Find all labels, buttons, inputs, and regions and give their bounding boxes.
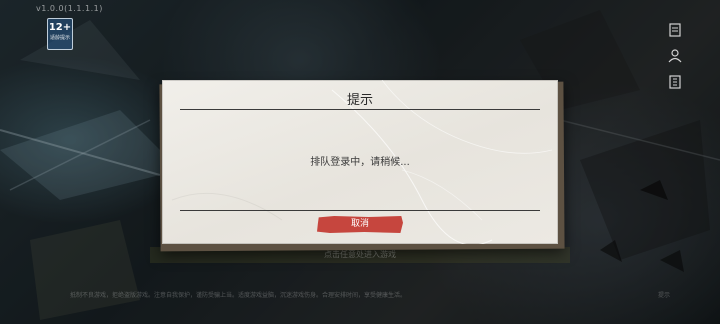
account-icon[interactable]	[667, 48, 683, 64]
title-divider	[180, 109, 540, 110]
right-toolbar	[666, 22, 684, 90]
age-rating-number: 12+	[48, 22, 72, 33]
menu-icon[interactable]	[667, 74, 683, 90]
version-label: v1.0.0(1.1.1.1)	[36, 4, 103, 13]
announcement-icon[interactable]	[667, 22, 683, 38]
age-rating-caption: 适龄提示	[49, 35, 70, 41]
footer-right-label: 提示	[657, 292, 670, 299]
queue-dialog: 提示 排队登录中，请稍候... 取消	[162, 80, 558, 244]
age-rating-badge[interactable]: 12+ 适龄提示	[47, 18, 73, 50]
health-notice: 抵制不良游戏，拒绝盗版游戏。注意自我保护，谨防受骗上当。适度游戏益脑，沉迷游戏伤…	[70, 292, 407, 299]
footer-divider	[180, 210, 540, 211]
footer-notice: 抵制不良游戏，拒绝盗版游戏。注意自我保护，谨防受骗上当。适度游戏益脑，沉迷游戏伤…	[70, 290, 670, 299]
dialog-title: 提示	[346, 93, 373, 108]
dialog-message: 排队登录中，请稍候...	[310, 157, 410, 168]
cancel-button[interactable]: 取消	[317, 216, 403, 233]
